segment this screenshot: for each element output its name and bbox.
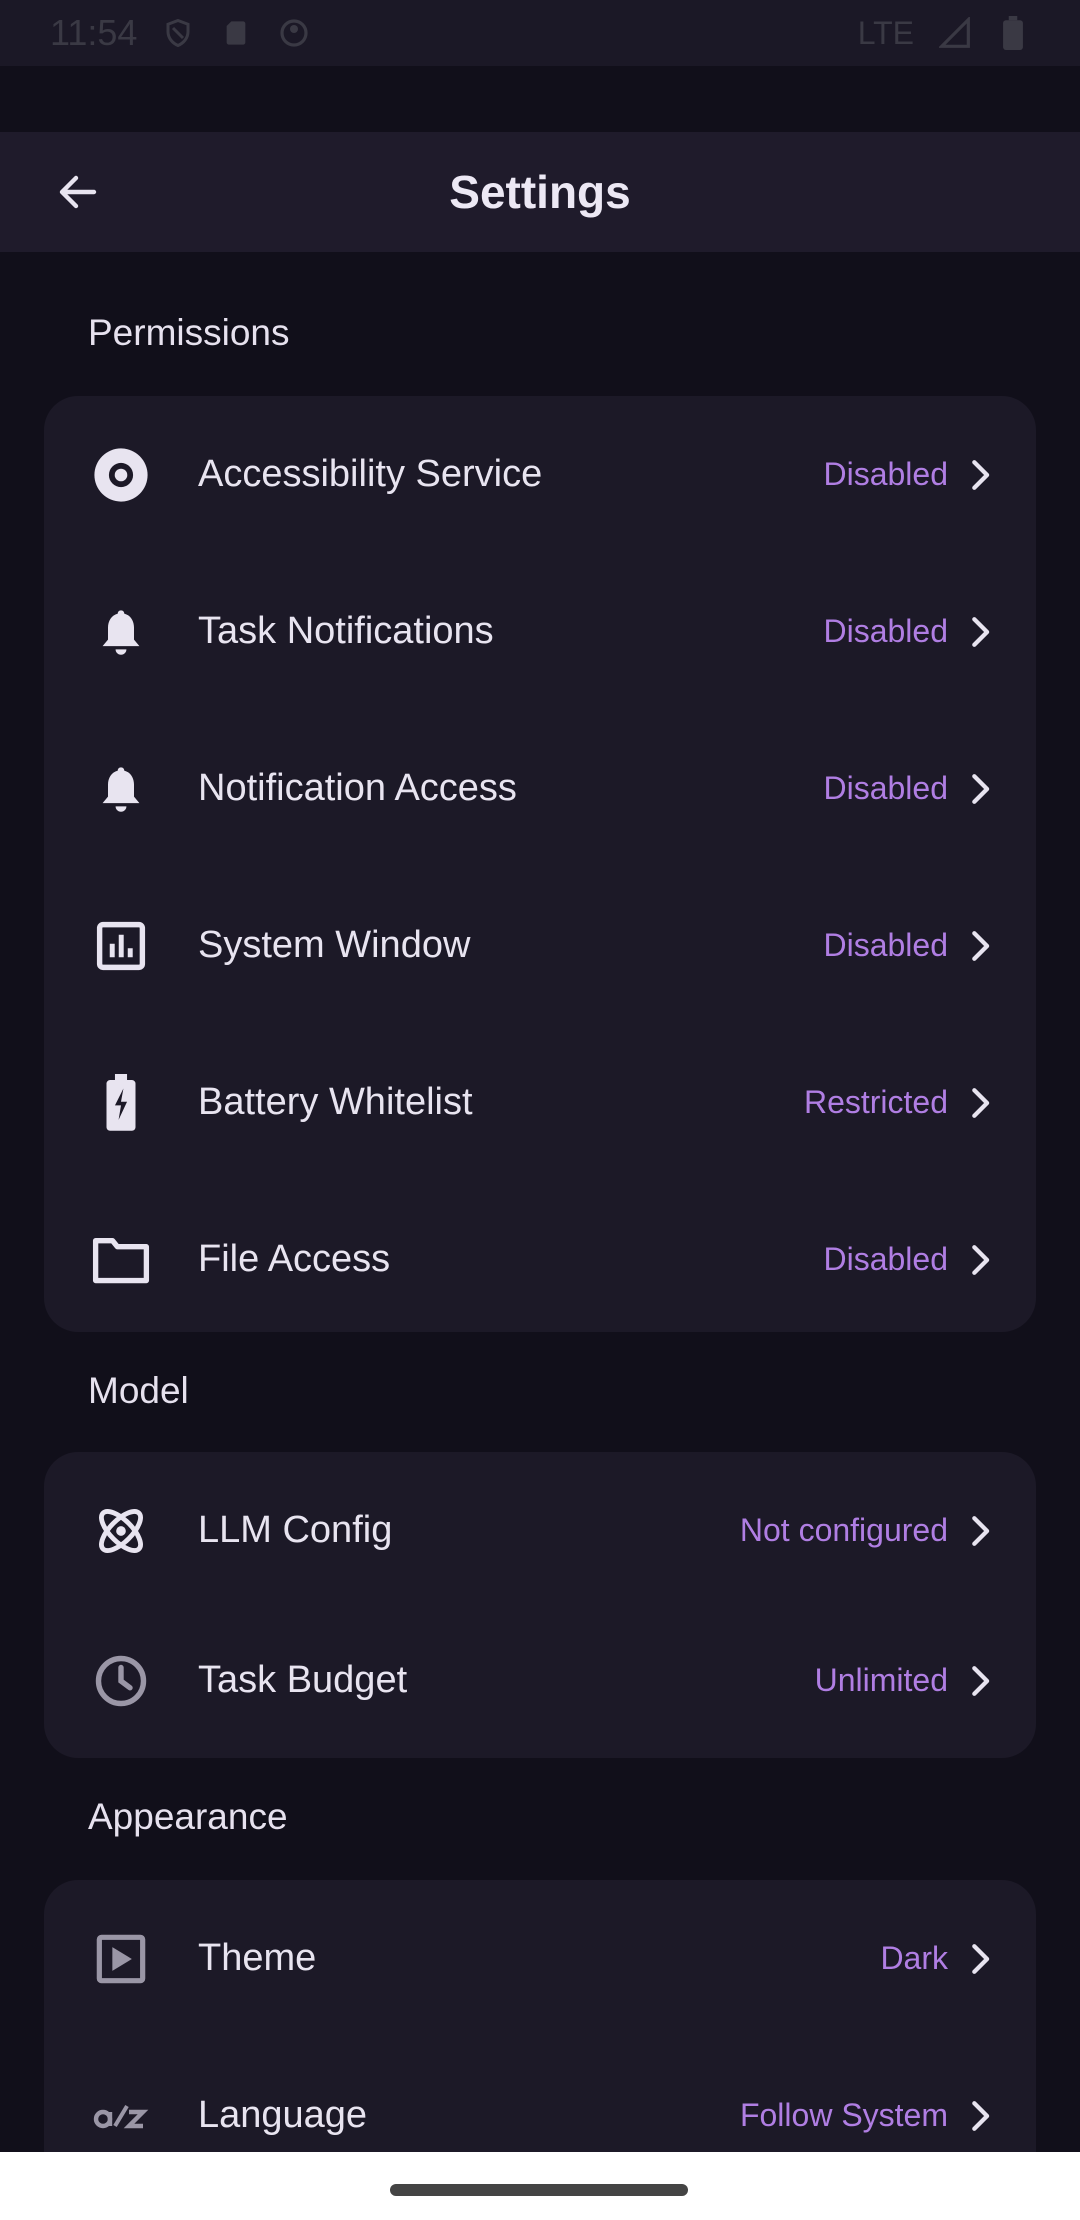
- row-label: Task Notifications: [198, 610, 494, 652]
- status-right: LTE: [858, 15, 1030, 52]
- theme-play-icon: [90, 1928, 152, 1990]
- accessibility-icon: [90, 444, 152, 506]
- chevron-right-icon: [960, 1240, 1000, 1280]
- shield-icon: [161, 16, 195, 50]
- bell-icon: [90, 601, 152, 663]
- row-accessibility-service[interactable]: Accessibility Service Disabled: [44, 396, 1036, 553]
- section-header-appearance: Appearance: [88, 1796, 288, 1837]
- arrow-back-icon: [59, 175, 97, 209]
- row-task-budget[interactable]: Task Budget Unlimited: [44, 1602, 1036, 1759]
- section-header-permissions: Permissions: [88, 312, 290, 353]
- app-bar: Settings: [0, 132, 1080, 252]
- chevron-right-icon: [960, 1083, 1000, 1123]
- signal-icon: [938, 16, 972, 50]
- row-value: Restricted: [803, 1084, 948, 1120]
- row-label: Accessibility Service: [198, 453, 543, 495]
- row-value: Unlimited: [814, 1662, 948, 1698]
- atom-icon: [90, 1500, 152, 1562]
- status-time: 11:54: [50, 12, 138, 53]
- row-value: Disabled: [823, 1241, 948, 1277]
- row-theme[interactable]: Theme Dark: [44, 1880, 1036, 2037]
- row-label: LLM Config: [198, 1509, 393, 1551]
- translate-az-icon: [90, 2085, 152, 2147]
- bar-chart-icon: [90, 915, 152, 977]
- row-value: Disabled: [823, 456, 948, 492]
- folder-icon: [90, 1229, 152, 1291]
- row-value: Not configured: [739, 1512, 948, 1548]
- battery-icon: [996, 16, 1030, 50]
- row-task-notifications[interactable]: Task Notifications Disabled: [44, 553, 1036, 710]
- row-value: Disabled: [823, 613, 948, 649]
- row-value: Disabled: [823, 770, 948, 806]
- row-label: File Access: [198, 1238, 391, 1280]
- chevron-right-icon: [960, 1939, 1000, 1979]
- section-header-model: Model: [88, 1370, 189, 1411]
- chevron-right-icon: [960, 2096, 1000, 2136]
- row-file-access[interactable]: File Access Disabled: [44, 1181, 1036, 1338]
- chevron-right-icon: [960, 926, 1000, 966]
- row-label: Notification Access: [198, 767, 517, 809]
- row-value: Dark: [880, 1940, 948, 1976]
- row-llm-config[interactable]: LLM Config Not configured: [44, 1452, 1036, 1609]
- chevron-right-icon: [960, 769, 1000, 809]
- row-label: Battery Whitelist: [198, 1081, 473, 1123]
- status-left: 11:54: [50, 12, 311, 54]
- row-value: Follow System: [739, 2097, 948, 2133]
- chevron-right-icon: [960, 612, 1000, 652]
- permissions-card: Accessibility Service Disabled Task Noti…: [44, 396, 1036, 1332]
- model-card: LLM Config Not configured Task Budget Un…: [44, 1452, 1036, 1758]
- row-label: Task Budget: [198, 1659, 408, 1701]
- gesture-nav-bar: [0, 2152, 1080, 2220]
- chevron-right-icon: [960, 455, 1000, 495]
- battery-charging-icon: [90, 1072, 152, 1134]
- row-battery-whitelist[interactable]: Battery Whitelist Restricted: [44, 1024, 1036, 1181]
- network-type: LTE: [857, 14, 914, 51]
- page-title: Settings: [449, 166, 631, 218]
- back-button[interactable]: [40, 162, 116, 222]
- row-value: Disabled: [823, 927, 948, 963]
- row-system-window[interactable]: System Window Disabled: [44, 867, 1036, 1024]
- row-label: Theme: [198, 1937, 317, 1979]
- appearance-card: Theme Dark Language Follow System: [44, 1880, 1036, 2190]
- bell-icon: [90, 758, 152, 820]
- chevron-right-icon: [960, 1511, 1000, 1551]
- face-icon: [277, 16, 311, 50]
- status-bar: 11:54 LTE: [0, 0, 1080, 66]
- sd-card-icon: [219, 16, 253, 50]
- row-notification-access[interactable]: Notification Access Disabled: [44, 710, 1036, 867]
- home-handle[interactable]: [390, 2184, 688, 2196]
- chevron-right-icon: [960, 1661, 1000, 1701]
- row-label: Language: [198, 2094, 368, 2136]
- row-label: System Window: [198, 924, 471, 966]
- clock-icon: [90, 1650, 152, 1712]
